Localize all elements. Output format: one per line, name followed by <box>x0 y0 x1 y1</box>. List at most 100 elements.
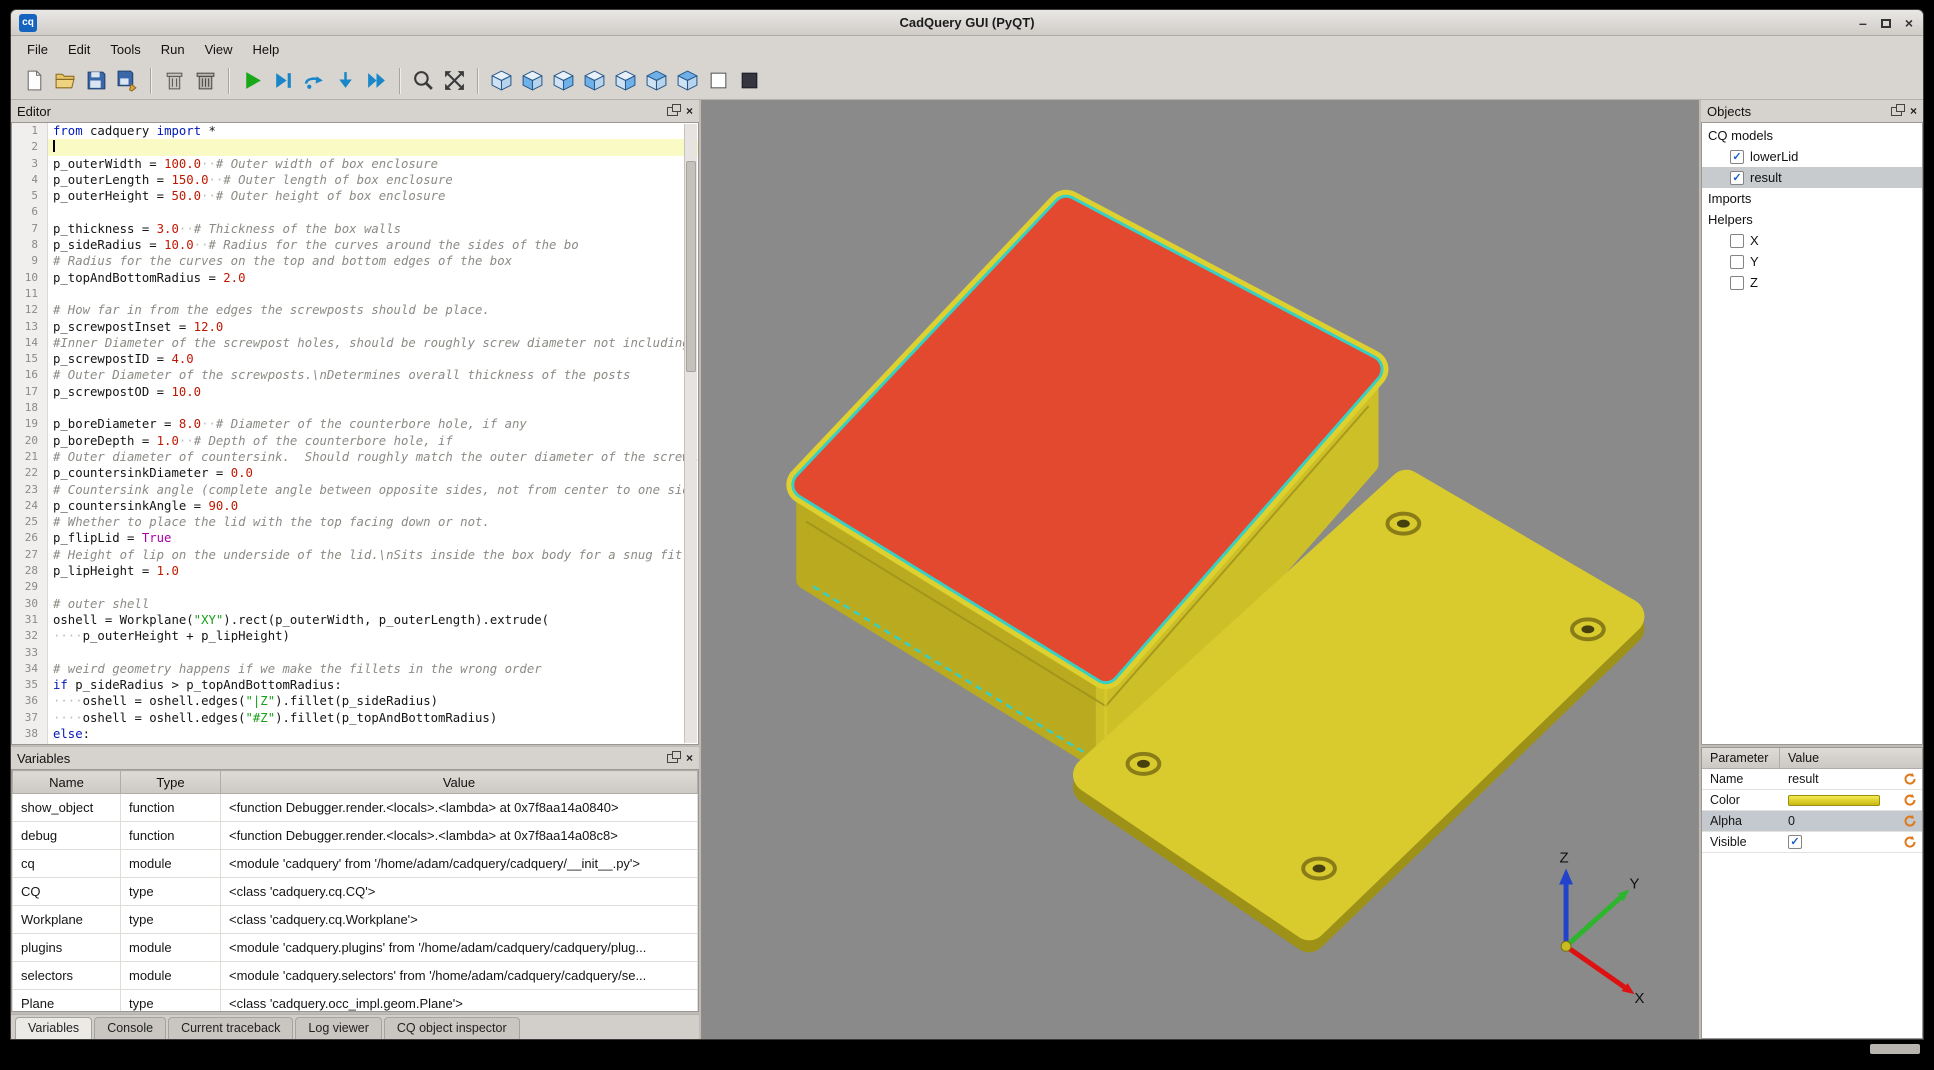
param-row-name[interactable]: Nameresult <box>1702 769 1922 790</box>
size-grip[interactable] <box>1870 1044 1920 1054</box>
code-line[interactable]: 34# weird geometry happens if we make th… <box>12 661 698 677</box>
code-line[interactable]: 9# Radius for the curves on the top and … <box>12 253 698 269</box>
code-line[interactable]: 11 <box>12 286 698 302</box>
minimize-button[interactable]: – <box>1859 16 1867 30</box>
variables-close-button[interactable]: × <box>686 753 693 763</box>
tree-item-lowerlid[interactable]: ✓lowerLid <box>1702 146 1922 167</box>
view-right-button[interactable] <box>610 65 641 96</box>
variable-row-show-object[interactable]: show_objectfunction<function Debugger.re… <box>13 794 698 822</box>
code-line[interactable]: 25# Whether to place the lid with the to… <box>12 514 698 530</box>
tab-log-viewer[interactable]: Log viewer <box>295 1017 381 1039</box>
code-line[interactable]: 21# Outer diameter of countersink. Shoul… <box>12 449 698 465</box>
code-line[interactable]: 22p_countersinkDiameter = 0.0 <box>12 465 698 481</box>
tab-variables[interactable]: Variables <box>15 1017 92 1039</box>
code-line[interactable]: 5p_outerHeight = 50.0··# Outer height of… <box>12 188 698 204</box>
close-button[interactable]: × <box>1905 16 1913 30</box>
view-bottom-button[interactable] <box>672 65 703 96</box>
variable-row-plugins[interactable]: pluginsmodule<module 'cadquery.plugins' … <box>13 934 698 962</box>
reset-icon[interactable] <box>1903 835 1919 849</box>
tree-item-y[interactable]: Y <box>1702 251 1922 272</box>
step-into-button[interactable] <box>330 65 361 96</box>
continue-button[interactable] <box>361 65 392 96</box>
code-line[interactable]: 30# outer shell <box>12 596 698 612</box>
tree-item-result[interactable]: ✓result <box>1702 167 1922 188</box>
wireframe-button[interactable] <box>703 65 734 96</box>
color-swatch[interactable] <box>1788 795 1880 806</box>
code-line[interactable]: 19p_boreDiameter = 8.0··# Diameter of th… <box>12 416 698 432</box>
code-line[interactable]: 1from cadquery import * <box>12 123 698 139</box>
code-line[interactable]: 26p_flipLid = True <box>12 530 698 546</box>
step-button[interactable] <box>299 65 330 96</box>
checkbox-x[interactable] <box>1730 234 1744 248</box>
tree-group-cq-models[interactable]: CQ models <box>1702 125 1922 146</box>
view-back-button[interactable] <box>548 65 579 96</box>
objects-close-button[interactable]: × <box>1910 106 1917 116</box>
code-line[interactable]: 8p_sideRadius = 10.0··# Radius for the c… <box>12 237 698 253</box>
editor-float-button[interactable] <box>667 107 678 116</box>
code-line[interactable]: 6 <box>12 204 698 220</box>
code-line[interactable]: 36····oshell = oshell.edges("|Z").fillet… <box>12 693 698 709</box>
code-line[interactable]: 16# Outer Diameter of the screwposts.\nD… <box>12 367 698 383</box>
variables-float-button[interactable] <box>667 754 678 763</box>
view-iso-button[interactable] <box>486 65 517 96</box>
debug-button[interactable] <box>268 65 299 96</box>
code-line[interactable]: 27# Height of lip on the underside of th… <box>12 547 698 563</box>
tree-group-imports[interactable]: Imports <box>1702 188 1922 209</box>
code-line[interactable]: 31oshell = Workplane("XY").rect(p_outerW… <box>12 612 698 628</box>
tree-group-helpers[interactable]: Helpers <box>1702 209 1922 230</box>
checkbox-lowerlid[interactable]: ✓ <box>1730 150 1744 164</box>
reset-icon[interactable] <box>1903 772 1919 786</box>
param-row-alpha[interactable]: Alpha0 <box>1702 811 1922 832</box>
code-line[interactable]: 4p_outerLength = 150.0··# Outer length o… <box>12 172 698 188</box>
column-header-name[interactable]: Name <box>13 771 121 794</box>
code-line[interactable]: 29 <box>12 579 698 595</box>
menu-run[interactable]: Run <box>151 38 195 61</box>
code-line[interactable]: 37····oshell = oshell.edges("#Z").fillet… <box>12 710 698 726</box>
code-line[interactable]: 28p_lipHeight = 1.0 <box>12 563 698 579</box>
editor-scrollbar[interactable] <box>684 124 697 743</box>
code-line[interactable]: 17p_screwpostOD = 10.0 <box>12 384 698 400</box>
menu-view[interactable]: View <box>195 38 243 61</box>
code-editor[interactable]: 1from cadquery import *23p_outerWidth = … <box>11 122 699 745</box>
tab-cq-object-inspector[interactable]: CQ object inspector <box>384 1017 520 1039</box>
fit-all-button[interactable] <box>439 65 470 96</box>
delete-button[interactable] <box>159 65 190 96</box>
column-header-type[interactable]: Type <box>121 771 221 794</box>
variable-row-cq[interactable]: CQtype<class 'cadquery.cq.CQ'> <box>13 878 698 906</box>
objects-float-button[interactable] <box>1891 107 1902 116</box>
run-button[interactable] <box>237 65 268 96</box>
checkbox-y[interactable] <box>1730 255 1744 269</box>
code-line[interactable]: 39····oshell = oshell.edges("#Z").fillet… <box>12 742 698 745</box>
menu-edit[interactable]: Edit <box>58 38 100 61</box>
code-line[interactable]: 32····p_outerHeight + p_lipHeight) <box>12 628 698 644</box>
shaded-button[interactable] <box>734 65 765 96</box>
variable-row-selectors[interactable]: selectorsmodule<module 'cadquery.selecto… <box>13 962 698 990</box>
zoom-button[interactable] <box>408 65 439 96</box>
param-row-color[interactable]: Color <box>1702 790 1922 811</box>
code-line[interactable]: 7p_thickness = 3.0··# Thickness of the b… <box>12 221 698 237</box>
reset-icon[interactable] <box>1903 793 1919 807</box>
view-front-button[interactable] <box>517 65 548 96</box>
view-left-button[interactable] <box>579 65 610 96</box>
column-header-parameter[interactable]: Parameter <box>1702 748 1780 768</box>
reset-icon[interactable] <box>1903 814 1919 828</box>
code-line[interactable]: 10p_topAndBottomRadius = 2.0 <box>12 270 698 286</box>
editor-close-button[interactable]: × <box>686 106 693 116</box>
code-line[interactable]: 38else: <box>12 726 698 742</box>
menu-help[interactable]: Help <box>243 38 290 61</box>
variable-row-plane[interactable]: Planetype<class 'cadquery.occ_impl.geom.… <box>13 990 698 1013</box>
view-top-button[interactable] <box>641 65 672 96</box>
save-as-button[interactable] <box>112 65 143 96</box>
menu-tools[interactable]: Tools <box>100 38 150 61</box>
code-line[interactable]: 15p_screwpostID = 4.0 <box>12 351 698 367</box>
title-bar[interactable]: cq CadQuery GUI (PyQT) – × <box>11 10 1923 36</box>
new-file-button[interactable] <box>19 65 50 96</box>
code-line[interactable]: 23# Countersink angle (complete angle be… <box>12 482 698 498</box>
code-line[interactable]: 13p_screwpostInset = 12.0 <box>12 319 698 335</box>
open-button[interactable] <box>50 65 81 96</box>
save-button[interactable] <box>81 65 112 96</box>
code-line[interactable]: 24p_countersinkAngle = 90.0 <box>12 498 698 514</box>
checkbox-result[interactable]: ✓ <box>1730 171 1744 185</box>
param-checkbox[interactable]: ✓ <box>1788 835 1802 849</box>
code-line[interactable]: 33 <box>12 645 698 661</box>
